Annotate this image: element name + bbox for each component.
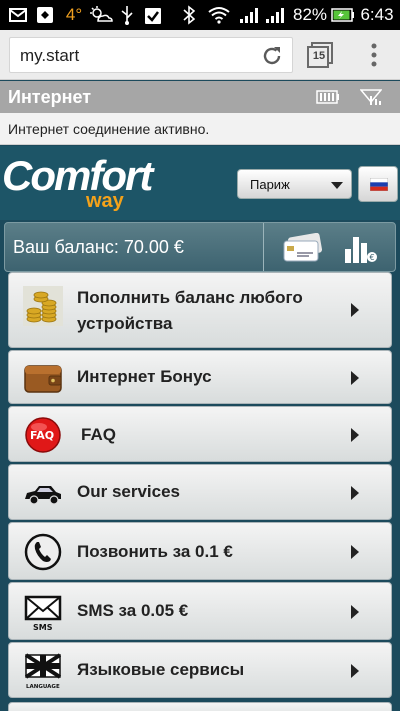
signal-icon (264, 0, 288, 30)
chevron-right-icon (351, 371, 359, 385)
faq-icon: FAQ (23, 415, 63, 455)
wallet-icon (23, 358, 63, 398)
menu-item-label: Позвонить за 0.1 € (77, 542, 233, 561)
statistics-icon[interactable]: € (341, 231, 381, 265)
chevron-right-icon (351, 303, 359, 317)
battery-charging-icon (331, 0, 355, 30)
menu-item-internet-bonus[interactable]: Интернет Бонус (8, 350, 392, 404)
tabs-button[interactable]: 15 (307, 42, 333, 68)
bluetooth-icon (180, 0, 198, 30)
battery-percent: 82% (292, 5, 328, 24)
divider (263, 223, 264, 271)
svg-text:FAQ: FAQ (30, 429, 54, 442)
menu-item-label: Пополнить баланс любого устройства (77, 288, 303, 333)
menu-item-language-services[interactable]: LANGUAGE Языковые сервисы (8, 642, 392, 698)
svg-text:€: € (370, 253, 375, 262)
status-bar: 4° 82% 6:43 (0, 0, 400, 30)
url-bar[interactable]: my.start (9, 37, 293, 73)
menu-item-our-services[interactable]: Our services (8, 464, 392, 520)
mail-icon (8, 0, 28, 30)
phone-icon (23, 532, 63, 572)
menu-item-sms[interactable]: SMS SMS за 0.05 € (8, 582, 392, 640)
wifi-icon (206, 0, 232, 30)
menu-item-label: Our services (77, 482, 181, 501)
coins-icon (23, 286, 63, 326)
usb-icon (118, 0, 136, 30)
tabs-count: 15 (312, 50, 326, 62)
internet-status-message: Интернет соединение активно. (8, 121, 210, 137)
chevron-right-icon (351, 664, 359, 678)
menu-item-label: Интернет Бонус (77, 367, 212, 386)
app-header: Comfort way Париж (0, 146, 400, 220)
clipboard-icon (142, 0, 164, 30)
logo-text: Comfort (2, 152, 153, 199)
weather-icon (88, 0, 114, 30)
language-icon: LANGUAGE (23, 651, 63, 691)
city-select[interactable]: Париж (237, 169, 352, 199)
internet-status-header: Интернет (0, 81, 400, 113)
svg-text:SMS: SMS (33, 623, 53, 632)
svg-text:LANGUAGE: LANGUAGE (26, 684, 60, 690)
comfortway-logo: Comfort way (2, 152, 164, 212)
menu-item-label: Языковые сервисы (77, 660, 245, 679)
signal-icon (359, 88, 383, 111)
menu-item-label: FAQ (81, 425, 116, 444)
menu-item-faq[interactable]: FAQ FAQ (8, 406, 392, 462)
chevron-right-icon (351, 605, 359, 619)
internet-status-body: Интернет соединение активно. (0, 113, 400, 145)
menu-item-label: SMS за 0.05 € (77, 601, 189, 620)
overflow-menu-icon[interactable] (364, 42, 384, 68)
car-icon (23, 473, 63, 513)
russian-flag-icon (370, 178, 388, 191)
chevron-right-icon (351, 428, 359, 442)
clock: 6:43 (360, 5, 394, 24)
cards-icon[interactable] (281, 232, 325, 263)
menu-item-call[interactable]: Позвонить за 0.1 € (8, 522, 392, 580)
url-text: my.start (20, 46, 80, 65)
temperature: 4° (65, 5, 83, 24)
sms-icon: SMS (23, 592, 63, 632)
balance-label: Ваш баланс: 70.00 € (13, 237, 184, 257)
chevron-right-icon (351, 486, 359, 500)
menu-item-next[interactable] (8, 702, 392, 711)
balance-bar: Ваш баланс: 70.00 € € (4, 222, 396, 272)
browser-toolbar: my.start 15 (0, 30, 400, 80)
menu-item-topup[interactable]: Пополнить баланс любого устройства (8, 272, 392, 348)
reload-icon[interactable] (260, 44, 284, 68)
chevron-down-icon (331, 182, 343, 189)
chevron-right-icon (351, 545, 359, 559)
internet-status-title: Интернет (8, 87, 92, 107)
language-flag-button[interactable] (358, 166, 398, 202)
photo-icon (34, 0, 56, 30)
city-select-value: Париж (250, 177, 290, 192)
logo-subtext: way (86, 190, 124, 212)
signal-icon (238, 0, 262, 30)
battery-icon (316, 90, 340, 109)
